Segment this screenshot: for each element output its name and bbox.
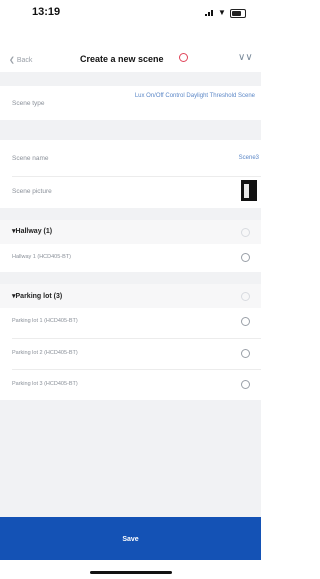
device-label: Parking lot 1 (HCD405-BT)	[12, 318, 78, 324]
device-row[interactable]: Hallway 1 (HCD405-BT)	[0, 244, 261, 272]
device-label: Parking lot 3 (HCD405-BT)	[12, 381, 78, 387]
scene-type-row[interactable]: Scene type Lux On/Off Control Daylight T…	[0, 86, 261, 120]
device-row[interactable]: Parking lot 2 (HCD405-BT)	[0, 339, 261, 369]
scene-picture-thumbnail[interactable]	[241, 180, 257, 201]
status-time: 13:19	[32, 6, 61, 18]
section-spacer	[0, 72, 261, 86]
group-select-radio[interactable]	[241, 292, 250, 301]
page-title: Create a new scene	[80, 54, 164, 64]
group-header-hallway[interactable]: ▾Hallway (1)	[0, 220, 261, 244]
device-label: Hallway 1 (HCD405-BT)	[12, 254, 71, 260]
battery-icon	[230, 9, 246, 18]
info-icon[interactable]	[179, 53, 188, 62]
group-header-parking-lot[interactable]: ▾Parking lot (3)	[0, 284, 261, 308]
group-select-radio[interactable]	[241, 228, 250, 237]
device-label: Parking lot 2 (HCD405-BT)	[12, 350, 78, 356]
scene-type-label: Scene type	[12, 100, 45, 107]
device-row[interactable]: Parking lot 1 (HCD405-BT)	[0, 308, 261, 338]
device-select-radio[interactable]	[241, 253, 250, 262]
scene-picture-label: Scene picture	[12, 188, 52, 195]
nav-header: ❮ Back Create a new scene ∨∨	[0, 44, 261, 72]
status-bar: 13:19 ▼	[0, 0, 261, 22]
back-label: Back	[16, 57, 33, 64]
section-spacer	[0, 208, 261, 220]
collapse-chevron-icon[interactable]: ∨∨	[238, 52, 253, 63]
back-button[interactable]: ❮ Back	[9, 56, 32, 64]
save-label: Save	[122, 536, 139, 543]
empty-area	[0, 400, 261, 517]
device-select-radio[interactable]	[241, 317, 250, 326]
section-spacer	[0, 272, 261, 284]
signal-icon	[205, 10, 213, 16]
wifi-icon: ▼	[218, 8, 226, 17]
device-select-radio[interactable]	[241, 349, 250, 358]
scene-picture-row[interactable]: Scene picture	[0, 177, 261, 208]
scene-name-row[interactable]: Scene name Scene3	[0, 140, 261, 176]
device-select-radio[interactable]	[241, 380, 250, 389]
home-indicator	[90, 571, 172, 574]
group-title: ▾Parking lot (3)	[12, 293, 63, 300]
section-spacer	[0, 120, 261, 140]
group-title: ▾Hallway (1)	[12, 228, 53, 235]
scene-name-label: Scene name	[12, 155, 49, 162]
save-button[interactable]: Save	[0, 517, 261, 560]
scene-name-value: Scene3	[238, 155, 259, 161]
scene-type-value: Lux On/Off Control Daylight Threshold Sc…	[134, 93, 255, 99]
device-row[interactable]: Parking lot 3 (HCD405-BT)	[0, 370, 261, 400]
